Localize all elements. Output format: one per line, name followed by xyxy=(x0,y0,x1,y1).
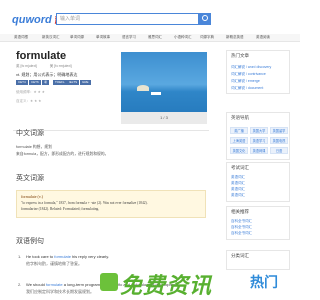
island-shape xyxy=(137,85,149,91)
word-title: formulate xyxy=(16,50,67,62)
nav-item[interactable]: 雅思词汇 xyxy=(148,35,162,40)
panel-title: 考试词汇 xyxy=(231,165,249,170)
top-bar: quword 趣词 输入单词 xyxy=(0,0,300,34)
watermark-text-right: 热门 xyxy=(250,274,278,290)
nav-chip[interactable]: 英语网课 xyxy=(250,147,268,154)
example-number: 2. xyxy=(18,282,22,287)
nav-item[interactable]: 英语词根 xyxy=(14,35,28,40)
exam-tag: CET6 xyxy=(29,80,41,85)
example-sentence: He took care to formulate his reply very… xyxy=(26,254,109,259)
related-panel: 相关推荐 百科全书词汇 百科全书词汇 百科全书词汇 xyxy=(226,206,290,240)
nav-chip[interactable]: 上海英语 xyxy=(230,137,248,144)
nav-item[interactable]: 词源字典 xyxy=(200,35,214,40)
nav-item[interactable]: 新概念英语 xyxy=(226,35,244,40)
example-translation: 我们应制定科学和技术长期发展规划。 xyxy=(26,289,94,294)
exam-tag: GRE xyxy=(80,80,91,85)
related-link[interactable]: 百科全书词汇 xyxy=(231,231,252,236)
section-title-english: 英文词源 xyxy=(16,174,44,182)
example-keyword[interactable]: formulate xyxy=(54,254,71,259)
search-icon[interactable] xyxy=(199,13,211,25)
vocab-link[interactable]: 英语词汇 xyxy=(231,187,245,192)
main-nav: 英语词根 新英汉词汇 单词词源 单词故事 语言学习 雅思词汇 小语种词汇 词源字… xyxy=(0,34,300,42)
vocab-link[interactable]: 英语词汇 xyxy=(231,193,245,198)
hot-articles-panel: 热门文章 词汇解说 / word discovery 词汇解说 / contri… xyxy=(226,50,290,94)
nav-item[interactable]: 新英汉词汇 xyxy=(42,35,60,40)
exam-tag: 考研 xyxy=(42,80,50,89)
custom-rating: 自定义：★ ★ ★ xyxy=(16,99,42,103)
nav-chip[interactable]: 英国文化 xyxy=(230,147,248,154)
entry-headword: formulate (v.) xyxy=(21,194,43,199)
article-link[interactable]: 词汇解说 / contrivance xyxy=(231,72,266,77)
nav-chip[interactable]: 英国电视 xyxy=(270,137,288,144)
panel-title: 分类词汇 xyxy=(231,253,249,258)
panel-title: 热门文章 xyxy=(231,53,249,58)
entry-text: formularize (1842). Related: Formulated;… xyxy=(21,207,100,211)
example-text: We should xyxy=(26,282,46,287)
nav-item[interactable]: 单词故事 xyxy=(96,35,110,40)
search-input[interactable]: 输入单词 xyxy=(56,13,199,25)
nav-chip[interactable]: 英国留学 xyxy=(270,127,288,134)
frequency-rating: 使用频率：★ ★ ★ xyxy=(16,90,45,94)
panel-title: 英语导航 xyxy=(231,115,249,120)
logo-text: quword xyxy=(12,14,52,26)
article-link[interactable]: 词汇解说 / emerge xyxy=(231,79,260,84)
category-panel: 分类词汇 xyxy=(226,250,290,270)
example-keyword[interactable]: formulate xyxy=(46,282,63,287)
panel-title: 相关推荐 xyxy=(231,209,249,214)
nav-item[interactable]: 小语种词汇 xyxy=(174,35,192,40)
search-placeholder: 输入单词 xyxy=(60,16,81,22)
vocab-link[interactable]: 英语词汇 xyxy=(231,181,245,186)
article-link[interactable]: 词汇解说 / document xyxy=(231,86,263,91)
section-title-chinese: 中文词源 xyxy=(16,129,44,137)
watermark-logo-icon xyxy=(100,273,118,291)
pron-us[interactable]: 美 [fɔːrmjuleɪt] xyxy=(50,64,72,68)
etymology-entry: formulate (v.) "to express in a formula,… xyxy=(16,190,206,218)
chinese-etym-line: formulate 构想，规划 xyxy=(16,145,52,149)
exam-tag: IELTS xyxy=(67,80,80,85)
vocab-link[interactable]: 英语词汇 xyxy=(231,175,245,180)
related-link[interactable]: 百科全书词汇 xyxy=(231,219,252,224)
nav-item[interactable]: 英语阅读 xyxy=(256,35,270,40)
example-text: He took care to xyxy=(26,254,55,259)
image-pager[interactable]: 1 / 3 xyxy=(121,112,207,124)
nav-chip[interactable]: 英国大学 xyxy=(250,127,268,134)
nav-chip[interactable]: 日语 xyxy=(270,147,288,154)
watermark-text: 免费资讯 xyxy=(120,273,213,298)
pron-uk[interactable]: 英 [fɔːmjuleɪt] xyxy=(16,64,37,68)
nav-chip[interactable]: 英广播 xyxy=(230,127,248,134)
example-text: his reply very clearly. xyxy=(70,254,110,259)
section-title-examples: 双语例句 xyxy=(16,237,44,245)
definition: vt. 规划；用公式表示；明确地表达 xyxy=(16,72,78,77)
exam-tag: TOEFL xyxy=(53,80,67,85)
related-link[interactable]: 百科全书词汇 xyxy=(231,225,252,230)
entry-text: "to express in a formula," 1837, from fo… xyxy=(21,201,148,205)
example-translation: 他字斟句酌，谨慎地做了答复。 xyxy=(26,261,82,266)
boat-shape xyxy=(151,92,161,95)
english-nav-panel: 英语导航 英广播 英国大学 英国留学 上海英语 英语学习 英国电视 英国文化 英… xyxy=(226,112,290,160)
nav-item[interactable]: 语言学习 xyxy=(122,35,136,40)
exam-vocab-panel: 考试词汇 英语词汇 英语词汇 英语词汇 英语词汇 xyxy=(226,162,290,202)
exam-tag: CET4 xyxy=(16,80,28,85)
example-number: 1. xyxy=(18,254,22,259)
nav-chip[interactable]: 英语学习 xyxy=(250,137,268,144)
pronunciation: 英 [fɔːmjuleɪt] 美 [fɔːrmjuleɪt] xyxy=(16,64,84,69)
article-link[interactable]: 词汇解说 / word discovery xyxy=(231,65,271,70)
nav-item[interactable]: 单词词源 xyxy=(70,35,84,40)
chinese-etym-line: 来自formula，配方，即形成配方的，进行规划和规的。 xyxy=(16,152,109,156)
